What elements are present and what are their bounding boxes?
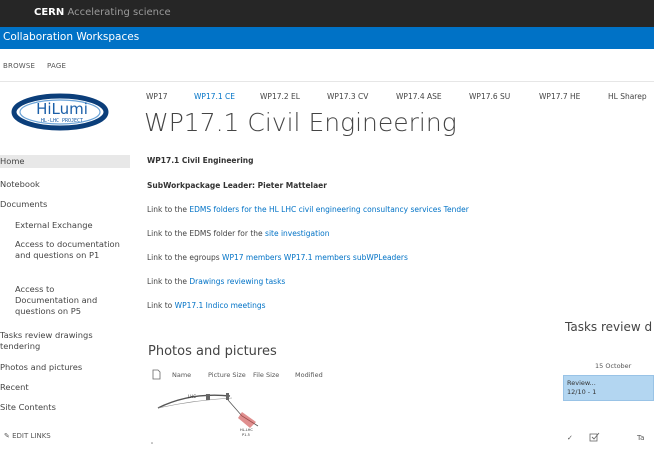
task-list-header: ✓ Ta — [567, 432, 654, 446]
checkmark-icon[interactable]: ✓ — [567, 434, 573, 442]
timeline-task-title: Review... — [567, 379, 596, 387]
task-edit-icon[interactable] — [589, 432, 600, 445]
subwp-leader: SubWorkpackage Leader: Pieter Mattelaer — [147, 181, 327, 190]
tab-browse[interactable]: BROWSE — [3, 62, 35, 70]
topnav-wp17-3[interactable]: WP17.3 CV — [327, 92, 368, 101]
top-navigation: WP17 WP17.1 CE WP17.2 EL WP17.3 CV WP17.… — [146, 92, 654, 104]
egroups-line: Link to the egroups WP17 members WP17.1 … — [147, 253, 408, 262]
page-title: WP17.1 Civil Engineering — [144, 108, 457, 137]
edit-links-label: EDIT LINKS — [12, 432, 51, 440]
egroups-prefix: Link to the egroups — [147, 253, 223, 262]
content-heading: WP17.1 Civil Engineering — [147, 156, 254, 165]
subwpleaders-link[interactable]: subWPLeaders — [353, 253, 408, 262]
timeline-task-dates: 12/10 - 1 — [567, 388, 597, 396]
suite-top-bar: CERN Accelerating science — [0, 0, 654, 27]
wp17-members-link[interactable]: WP17 members — [222, 253, 281, 262]
thumb-label-lhc: LHC — [188, 394, 196, 399]
edms-tender-link[interactable]: EDMS folders for the HL LHC civil engine… — [189, 205, 468, 214]
timeline-date: 15 October — [595, 362, 632, 370]
edms-tender-prefix: Link to the — [147, 205, 190, 214]
nav-recent[interactable]: Recent — [0, 382, 29, 393]
photo-thumbnail[interactable]: LHC HL-LHC P1-5 — [150, 386, 262, 446]
topnav-hl-sharepoint[interactable]: HL Sharep — [608, 92, 647, 101]
photos-library-header: Name Picture Size File Size Modified — [152, 369, 372, 381]
tab-page[interactable]: PAGE — [47, 62, 66, 70]
site-suite-bar: Collaboration Workspaces — [0, 27, 654, 49]
logo-subtext: HL-LHC PROJECT — [41, 118, 83, 124]
nav-external-exchange[interactable]: External Exchange — [15, 220, 93, 231]
site-investigation-link[interactable]: site investigation — [265, 229, 329, 238]
hilumi-logo-image: HiLumi HL-LHC PROJECT — [11, 93, 109, 131]
pencil-icon: ✎ — [4, 432, 10, 440]
nav-tasks-review[interactable]: Tasks review drawings tendering — [0, 330, 120, 352]
nav-home[interactable]: Home — [0, 155, 130, 168]
hilumi-logo[interactable]: HiLumi HL-LHC PROJECT — [6, 92, 116, 132]
topnav-wp17-1[interactable]: WP17.1 CE — [194, 92, 235, 101]
drawings-reviewing-link[interactable]: Drawings reviewing tasks — [189, 277, 285, 286]
task-column-title[interactable]: Ta — [637, 434, 644, 442]
cern-brand[interactable]: CERN Accelerating science — [34, 7, 171, 18]
thumb-label-p15: P1-5 — [242, 433, 250, 437]
nav-photos[interactable]: Photos and pictures — [0, 362, 82, 373]
column-modified[interactable]: Modified — [295, 371, 323, 379]
tasks-webpart-title[interactable]: Tasks review d — [565, 320, 652, 334]
topnav-wp17-2[interactable]: WP17.2 EL — [260, 92, 300, 101]
tasks-timeline: 15 October Review... 12/10 - 1 — [563, 360, 654, 401]
thumb-label-hllhc: HL-LHC — [240, 428, 253, 432]
site-collection-title[interactable]: Collaboration Workspaces — [3, 31, 139, 43]
drawings-prefix: Link to the — [147, 277, 190, 286]
ribbon-tabs: BROWSE PAGE — [0, 49, 654, 82]
topnav-wp17[interactable]: WP17 — [146, 92, 167, 101]
lhc-map-image: LHC HL-LHC P1-5 — [151, 393, 259, 444]
topnav-wp17-4[interactable]: WP17.4 ASE — [396, 92, 442, 101]
logo-text: HiLumi — [36, 100, 88, 118]
edit-links-button[interactable]: ✎ EDIT LINKS — [4, 432, 51, 440]
column-file-size[interactable]: File Size — [253, 371, 279, 379]
nav-site-contents[interactable]: Site Contents — [0, 402, 56, 413]
site-investigation-line: Link to the EDMS folder for the site inv… — [147, 229, 330, 238]
wp17-1-members-link[interactable]: WP17.1 members — [284, 253, 351, 262]
topnav-wp17-6[interactable]: WP17.6 SU — [469, 92, 510, 101]
task-checkbox-icon — [589, 432, 600, 442]
nav-documents[interactable]: Documents — [0, 199, 47, 210]
document-type-icon[interactable] — [152, 369, 161, 382]
timeline-task-bar[interactable]: Review... 12/10 - 1 — [563, 375, 654, 401]
nav-notebook[interactable]: Notebook — [0, 179, 40, 190]
site-investigation-prefix: Link to the EDMS folder for the — [147, 229, 266, 238]
indico-prefix: Link to — [147, 301, 175, 310]
indico-line: Link to WP17.1 Indico meetings — [147, 301, 266, 310]
column-name[interactable]: Name — [172, 371, 191, 379]
cern-tagline: Accelerating science — [67, 7, 171, 18]
edms-tender-line: Link to the EDMS folders for the HL LHC … — [147, 205, 469, 214]
column-picture-size[interactable]: Picture Size — [208, 371, 246, 379]
drawings-line: Link to the Drawings reviewing tasks — [147, 277, 285, 286]
cern-name: CERN — [34, 7, 65, 18]
indico-meetings-link[interactable]: WP17.1 Indico meetings — [175, 301, 266, 310]
photos-webpart-title[interactable]: Photos and pictures — [148, 344, 277, 359]
nav-access-p5[interactable]: Access to Documentation and questions on… — [15, 284, 120, 317]
document-icon — [152, 369, 161, 380]
nav-access-p1[interactable]: Access to documentation and questions on… — [15, 239, 120, 261]
topnav-wp17-7[interactable]: WP17.7 HE — [539, 92, 580, 101]
